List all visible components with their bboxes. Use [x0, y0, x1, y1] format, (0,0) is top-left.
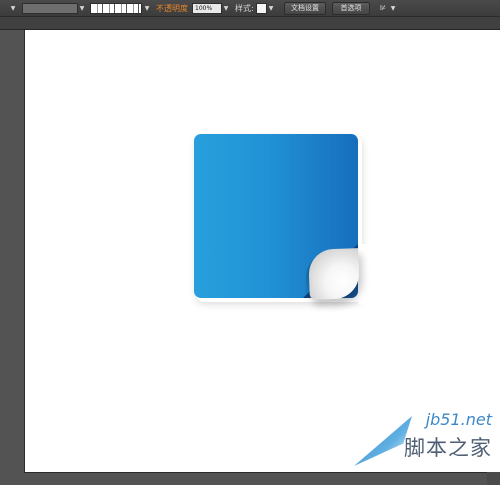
chevron-down-icon[interactable]: ▼: [9, 3, 17, 14]
stroke-weight-field[interactable]: [22, 3, 78, 14]
opacity-input[interactable]: 100%: [192, 3, 222, 14]
preferences-button[interactable]: 首选项: [332, 2, 370, 15]
arrange-documents-icon[interactable]: ⊯: [376, 3, 390, 14]
watermark: jb51.net 脚本之家: [350, 402, 500, 472]
chevron-down-icon[interactable]: ▼: [389, 3, 397, 14]
page-curl-cutout: [358, 244, 388, 304]
watermark-domain: jb51.net: [425, 410, 492, 429]
graphic-style-swatch[interactable]: [256, 3, 267, 14]
document-tab-strip: [0, 17, 500, 30]
chevron-down-icon[interactable]: ▼: [143, 3, 151, 14]
style-label: 样式:: [235, 4, 254, 13]
watermark-name: 脚本之家: [404, 436, 492, 460]
artboard[interactable]: jb51.net 脚本之家: [24, 30, 500, 473]
chevron-down-icon[interactable]: ▼: [78, 3, 86, 14]
scrollbar-corner: [487, 472, 500, 485]
opacity-label[interactable]: 不透明度: [156, 3, 188, 14]
brush-definition-swatch[interactable]: [90, 3, 142, 14]
chevron-down-icon[interactable]: ▼: [267, 3, 275, 14]
control-bar: ▼ ▼ ▼ 不透明度 100% ▼ 样式: ▼ 文档设置 首选项 ⊯ ▼: [0, 0, 500, 17]
chevron-down-icon[interactable]: ▼: [222, 3, 230, 14]
document-setup-button[interactable]: 文档设置: [284, 2, 326, 15]
